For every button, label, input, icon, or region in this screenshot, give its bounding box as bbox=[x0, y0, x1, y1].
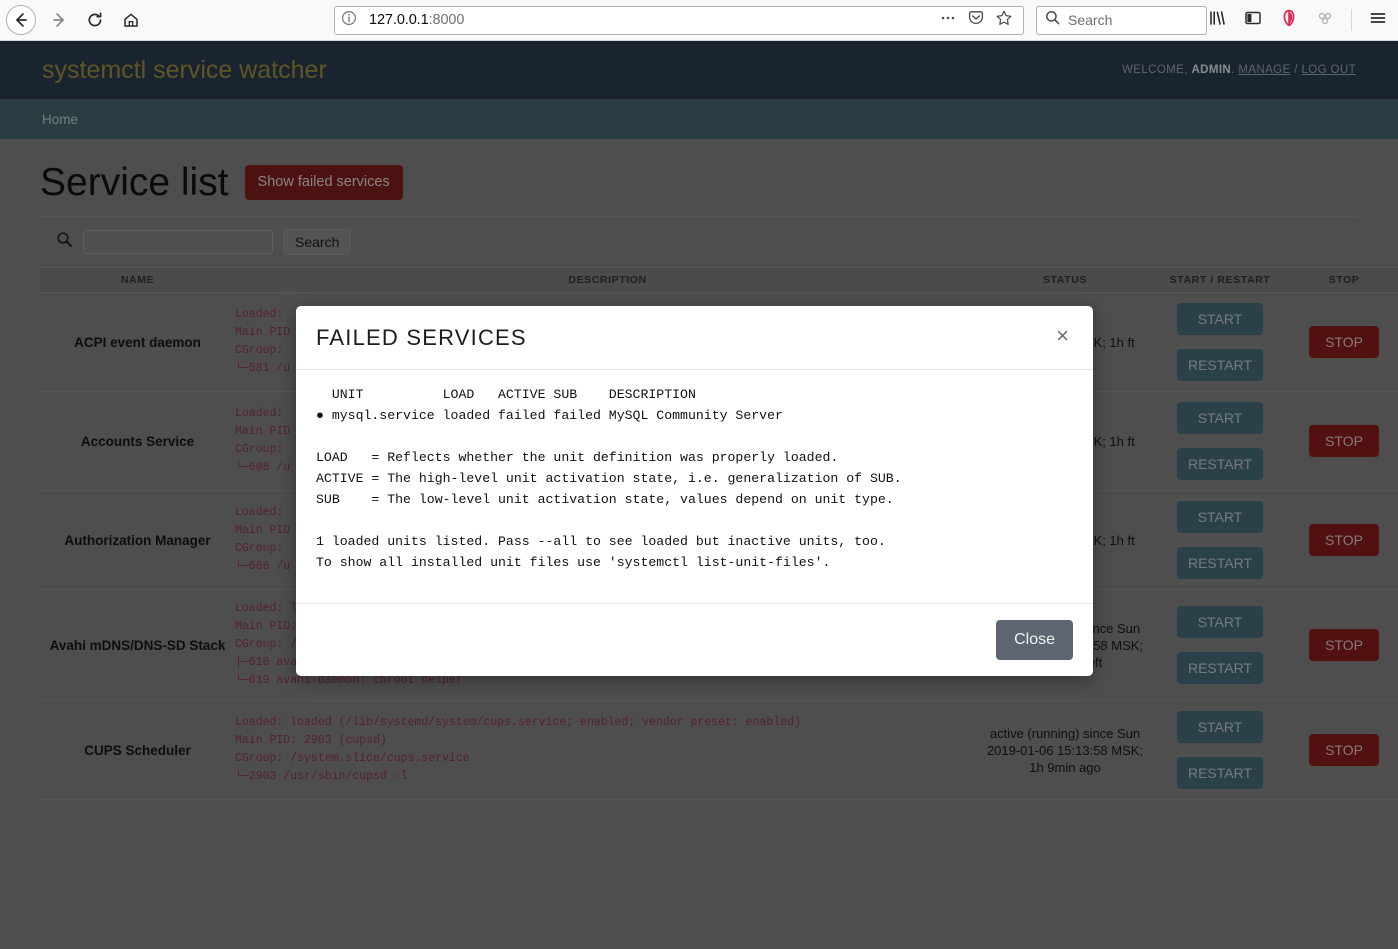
navigation-buttons bbox=[0, 3, 148, 37]
ellipsis-icon[interactable] bbox=[939, 10, 957, 31]
modal-header: FAILED SERVICES × bbox=[296, 306, 1093, 370]
browser-toolbar: 127.0.0.1:8000 Search bbox=[0, 0, 1398, 41]
failed-services-modal: FAILED SERVICES × UNIT LOAD ACTIVE SUB D… bbox=[296, 306, 1093, 676]
reload-button[interactable] bbox=[78, 3, 112, 37]
browser-search-placeholder: Search bbox=[1068, 12, 1113, 28]
star-icon[interactable] bbox=[995, 9, 1013, 32]
failed-services-output: UNIT LOAD ACTIVE SUB DESCRIPTION ● mysql… bbox=[316, 387, 902, 570]
url-port: :8000 bbox=[428, 12, 465, 28]
close-button[interactable]: Close bbox=[996, 620, 1073, 660]
forward-arrow-icon bbox=[50, 11, 68, 29]
toolbar-divider bbox=[1351, 9, 1352, 31]
modal-overlay[interactable]: FAILED SERVICES × UNIT LOAD ACTIVE SUB D… bbox=[0, 41, 1398, 949]
hamburger-menu-icon[interactable] bbox=[1368, 8, 1388, 33]
url-text: 127.0.0.1:8000 bbox=[357, 12, 939, 28]
shield-icon[interactable] bbox=[1279, 8, 1299, 33]
browser-toolbar-right bbox=[1207, 8, 1398, 33]
sidebar-icon[interactable] bbox=[1243, 8, 1263, 33]
info-icon[interactable] bbox=[341, 10, 357, 31]
modal-title: FAILED SERVICES bbox=[316, 324, 527, 350]
page-viewport: systemctl service watcher WELCOME, ADMIN… bbox=[0, 41, 1398, 949]
reload-icon bbox=[86, 11, 104, 29]
back-button[interactable] bbox=[6, 5, 36, 35]
modal-footer: Close bbox=[296, 604, 1093, 676]
home-button[interactable] bbox=[114, 3, 148, 37]
library-icon[interactable] bbox=[1207, 8, 1227, 33]
url-host: 127.0.0.1 bbox=[369, 12, 429, 28]
home-icon bbox=[122, 11, 140, 29]
pocket-icon[interactable] bbox=[967, 9, 985, 32]
sync-icon[interactable] bbox=[1315, 8, 1335, 33]
url-bar[interactable]: 127.0.0.1:8000 bbox=[334, 5, 1024, 35]
back-arrow-icon bbox=[12, 11, 30, 29]
browser-search-bar[interactable]: Search bbox=[1036, 5, 1207, 35]
search-icon bbox=[1045, 10, 1060, 30]
forward-button[interactable] bbox=[42, 3, 76, 37]
modal-body: UNIT LOAD ACTIVE SUB DESCRIPTION ● mysql… bbox=[296, 370, 1093, 604]
close-icon[interactable]: × bbox=[1052, 321, 1073, 355]
urlbar-action-icons bbox=[939, 9, 1017, 32]
